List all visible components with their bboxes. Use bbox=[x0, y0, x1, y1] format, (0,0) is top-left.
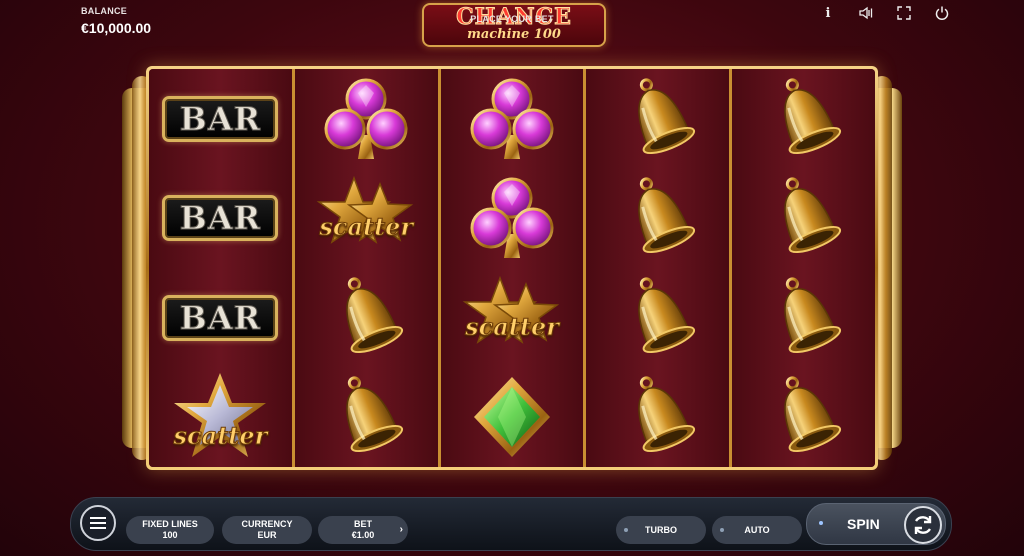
bell-symbol bbox=[754, 73, 854, 165]
bet-value: €1.00 bbox=[351, 530, 375, 540]
reel-cell bbox=[732, 169, 875, 269]
bet-selector[interactable]: BET €1.00 › bbox=[318, 516, 408, 544]
fixed-lines-display: FIXED LINES 100 bbox=[126, 516, 214, 544]
auto-label: AUTO bbox=[744, 524, 770, 535]
turbo-indicator-dot bbox=[624, 528, 628, 532]
reels-grid: BAR BAR BAR scatter scatter scatter bbox=[149, 69, 875, 467]
top-bar: BALANCE €10,000.00 CHANCE machine 100 i bbox=[0, 0, 1024, 60]
turbo-label: TURBO bbox=[645, 524, 677, 535]
reel-4 bbox=[583, 69, 730, 468]
bell-symbol bbox=[754, 172, 854, 264]
clubs-gem-symbol bbox=[462, 172, 562, 264]
reel-cell: scatter bbox=[441, 268, 584, 368]
spin-circle-button[interactable] bbox=[904, 506, 942, 544]
bar-symbol: BAR bbox=[162, 195, 279, 242]
fixed-lines-label: FIXED LINES bbox=[142, 519, 198, 529]
auto-indicator-dot bbox=[720, 528, 724, 532]
bar-symbol: BAR bbox=[162, 294, 279, 341]
bar-symbol: BAR bbox=[162, 95, 279, 142]
bell-symbol bbox=[754, 272, 854, 364]
bell-symbol bbox=[608, 371, 708, 463]
spin-label: SPIN bbox=[847, 516, 880, 532]
diamond-gem-symbol bbox=[462, 371, 562, 463]
reel-cell bbox=[586, 69, 729, 169]
bell-symbol bbox=[608, 73, 708, 165]
game-logo: CHANCE machine 100 bbox=[422, 3, 606, 47]
reel-cell bbox=[295, 268, 438, 368]
fixed-lines-value: 100 bbox=[162, 530, 178, 540]
bell-symbol bbox=[754, 371, 854, 463]
reel-1: BAR BAR BAR scatter bbox=[149, 69, 292, 467]
turbo-toggle[interactable]: TURBO bbox=[616, 516, 706, 544]
reel-cell bbox=[441, 368, 584, 468]
clubs-gem-symbol bbox=[316, 73, 416, 165]
reel-cell bbox=[732, 368, 875, 468]
reel-cell bbox=[586, 368, 729, 468]
logo-subtitle: machine 100 bbox=[467, 27, 561, 42]
reel-cell bbox=[295, 368, 438, 468]
currency-value: EUR bbox=[257, 530, 277, 540]
reel-cell: BAR bbox=[149, 169, 292, 269]
reel-5 bbox=[729, 69, 875, 467]
hamburger-icon bbox=[90, 517, 106, 529]
reel-cell bbox=[441, 69, 584, 169]
reel-cell bbox=[295, 69, 438, 169]
reel-cell: scatter bbox=[149, 368, 292, 468]
scatter-label: scatter bbox=[465, 311, 560, 341]
place-bet-prompt: PLACE YOUR BET bbox=[470, 14, 554, 24]
clubs-gem-symbol bbox=[462, 73, 562, 165]
reel-cell bbox=[586, 268, 729, 368]
reel-cell bbox=[732, 268, 875, 368]
currency-label: CURRENCY bbox=[241, 519, 293, 529]
menu-button[interactable] bbox=[80, 505, 116, 541]
reel-2: scatter bbox=[291, 69, 438, 468]
slot-cabinet: BAR BAR BAR scatter scatter scatter bbox=[120, 64, 904, 476]
currency-display: CURRENCY EUR bbox=[222, 516, 312, 544]
bell-symbol bbox=[608, 172, 708, 264]
spin-indicator-dot bbox=[819, 521, 823, 525]
reel-cell: BAR bbox=[149, 69, 292, 169]
reel-cell bbox=[732, 69, 875, 169]
scatter-label: scatter bbox=[173, 421, 268, 451]
bell-symbol bbox=[316, 272, 416, 364]
reel-frame: BAR BAR BAR scatter scatter scatter bbox=[146, 66, 878, 470]
reel-3: scatter bbox=[437, 69, 584, 468]
bell-symbol bbox=[608, 272, 708, 364]
auto-button[interactable]: AUTO bbox=[712, 516, 802, 544]
reel-cell bbox=[586, 169, 729, 269]
reel-cell: BAR bbox=[149, 268, 292, 368]
bell-symbol bbox=[316, 371, 416, 463]
chevron-right-icon[interactable]: › bbox=[400, 524, 403, 535]
reel-cell bbox=[441, 169, 584, 269]
refresh-icon bbox=[914, 516, 932, 534]
reel-cell: scatter bbox=[295, 169, 438, 269]
scatter-label: scatter bbox=[319, 212, 414, 242]
bet-label: BET bbox=[354, 519, 372, 529]
